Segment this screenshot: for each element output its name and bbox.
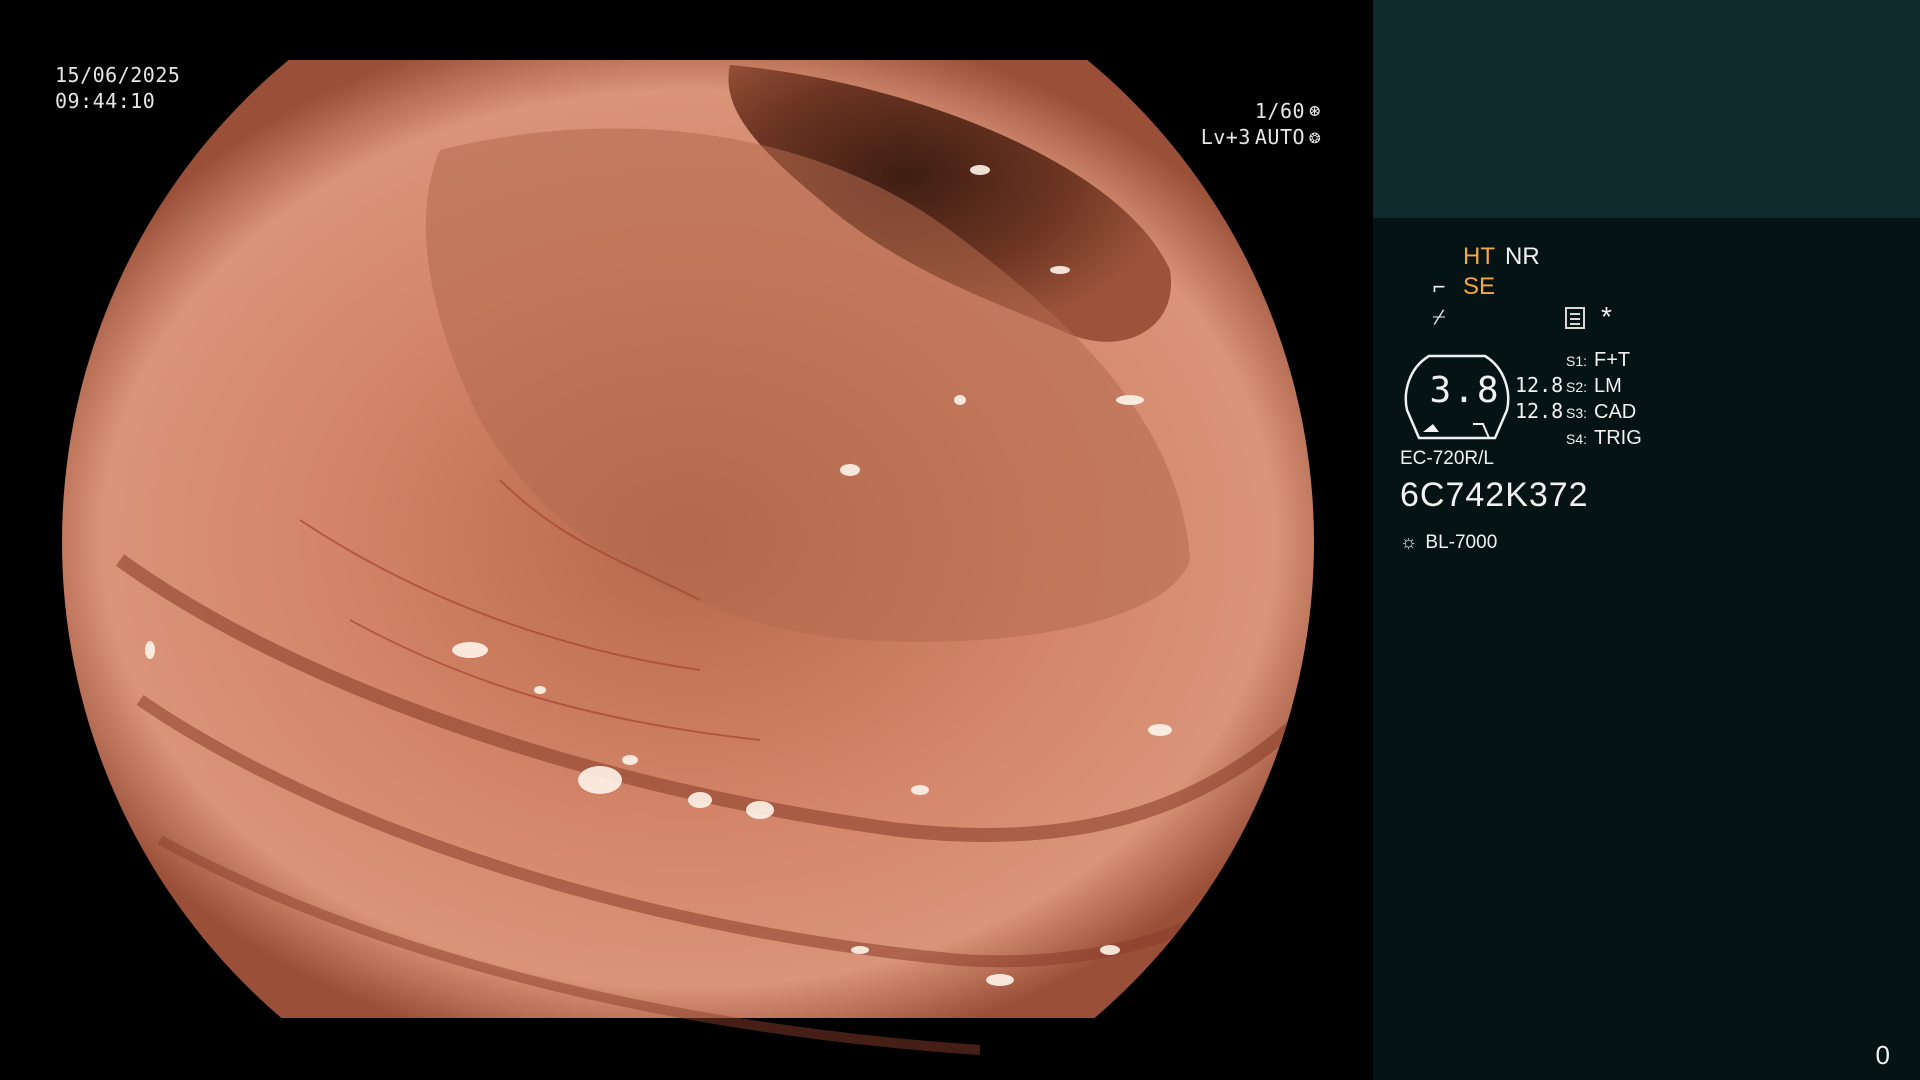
level-value: 12.8 [1515,399,1564,423]
exposure-display: 1/60 ⊛ Lv+3 AUTO ❂ [1201,98,1321,150]
level-values: 12.8 12.8 [1515,372,1563,424]
scope-serial: 6C742K372 [1400,476,1589,514]
switch-key: S4: [1566,431,1588,447]
switch-row: S2: LM [1566,374,1642,400]
switch-value: F+T [1594,349,1631,371]
processing-modes: HT NR ⌐ SE ⌿ [1425,242,1540,332]
level-value: 12.8 [1515,373,1564,397]
endoscope-video-area: 15/06/2025 09:44:10 1/60 ⊛ Lv+3 AUTO ❂ [0,0,1373,1080]
memo-icon [1565,307,1585,329]
page-number: 0 [1875,1040,1890,1070]
switch-key: S2: [1566,379,1588,395]
iris-mode-text: AUTO [1254,125,1306,149]
scope-switch-list: S1: F+T S2: LM S3: CAD S4: TRIG [1566,348,1642,452]
switch-row: S3: CAD [1566,400,1642,426]
aperture-icon: ⊛ [1309,100,1321,122]
mode-se: SE [1463,273,1496,300]
mode-nr: NR [1505,243,1540,270]
scope-model: EC-720R/L [1400,448,1494,469]
iris-icon: ❂ [1309,126,1321,148]
switch-row: S1: F+T [1566,348,1642,374]
switch-key: S3: [1566,405,1588,421]
brightness-level-text: Lv+3 [1200,125,1251,149]
switch-row: S4: TRIG [1566,426,1642,452]
gauge-value: 3.8 [1429,370,1501,411]
preview-thumbnail-area [1373,0,1920,218]
shutter-speed-text: 1/60 [1254,99,1306,123]
status-side-panel: HT NR ⌐ SE ⌿ * 3.8 12.8 12.8 S1: F+T S2:… [1373,0,1920,1080]
light-source-model: BL-7000 [1425,532,1498,553]
switch-value: CAD [1594,401,1637,423]
mode-ht: HT [1463,243,1495,270]
light-source-row: ☼ BL-7000 [1400,532,1497,554]
date-text: 15/06/2025 [55,63,181,87]
endoscopic-image [0,0,1373,1080]
sun-icon: ☼ [1400,532,1418,553]
switch-value: TRIG [1594,427,1642,449]
scope-tip-icon: ⌐ [1432,274,1446,299]
date-time-display: 15/06/2025 09:44:10 [55,62,180,114]
time-text: 09:44:10 [55,89,156,113]
switch-key: S1: [1566,353,1588,369]
switch-value: LM [1594,375,1622,397]
memo-star: * [1601,301,1612,332]
slash-icon: ⌿ [1432,304,1446,329]
